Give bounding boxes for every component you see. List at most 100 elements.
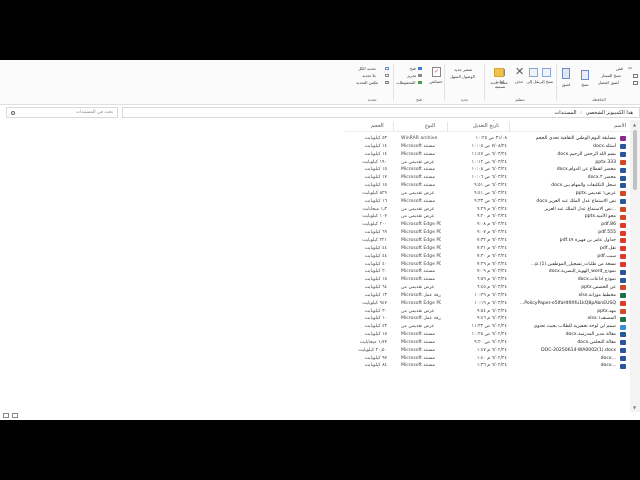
easy-access-button[interactable]: الوصول السهل xyxy=(450,74,475,79)
file-row[interactable]: صمم لي لوحة تحفيزية للطلاب بحيث تحتوي ٦/٠… xyxy=(345,323,630,331)
paste-button[interactable]: لصق xyxy=(556,82,576,87)
copy-button[interactable]: نسخ xyxy=(575,82,595,87)
file-row[interactable]: سبب.pdf ٦/٠٣/٢٤ م ٧:٣٠ Microsoft Edge PD..… xyxy=(345,253,630,261)
edit-button[interactable]: تحرير xyxy=(407,73,416,78)
file-date: ٦/٠٣/٢٤ م ١٠:١٩ xyxy=(474,300,507,306)
scroll-down-icon[interactable]: ▼ xyxy=(633,405,636,410)
breadcrumb-root[interactable]: هذا الكمبيوتر الشخصي xyxy=(586,110,633,116)
file-row[interactable]: المصنف١.xlsx ٦/٠٣/٢٤ م ٩:٤٦ Microsoft ورقة… xyxy=(345,315,630,323)
file-row[interactable]: مقالة مدير المدرسة.docx ٦/٠٢/٢٤ ص ١٠:٢٥ Mi… xyxy=(345,331,630,339)
details-view-icon[interactable] xyxy=(3,413,9,418)
file-size: ٩٤٧ كيلوبايت xyxy=(362,300,387,306)
file-date: ٦/٠٣/٢٤ م ٩:٢٩ xyxy=(476,206,507,212)
file-row[interactable]: تقل.pdf ٦/٠٣/٢٤ م ٧:٣١ Microsoft Edge PD..… xyxy=(345,245,630,253)
ppt-file-icon xyxy=(620,159,626,165)
column-divider[interactable] xyxy=(393,122,394,131)
status-bar xyxy=(0,412,640,420)
file-type: Microsoft مستند xyxy=(401,347,436,353)
file-row[interactable]: 333.pptx ٦/٠٣/٢٤ ص ١٠:١٢ عرض تقديمي من ١٩٠ … xyxy=(345,159,630,167)
file-name: ...docx xyxy=(600,363,616,369)
new-item-button[interactable]: عنصر جديد xyxy=(454,67,472,72)
file-name: DOC-20250614-WA0002(1).docx xyxy=(541,347,616,353)
file-row[interactable]: عن الحصص.pptx ٦/٠٣/٢٤ م ٦:٤٥ عرض تقديمي من… xyxy=(345,284,630,292)
file-name: محضر انقطاع عن الدوام.docx xyxy=(556,167,616,173)
file-name: PolicyPaper-e5lfaHt9Xfu1kQ8pAbnEUSQ... xyxy=(519,300,616,306)
file-row[interactable]: مقالة التحلمن.docx ٦/٠٢/٢٤ ص ٩:٢٠ Microsof… xyxy=(345,339,630,347)
file-row[interactable]: سجل التكليفات والمهام بين.docx ٦/٠٣/٢٤ ص … xyxy=(345,182,630,190)
file-row[interactable]: نموذج اذاعات.docx ٦/٠٣/٢٤ م ٦:٥٩ Microsoft… xyxy=(345,276,630,284)
breadcrumb-current[interactable]: المستندات xyxy=(555,110,577,116)
history-button[interactable]: المحفوظات xyxy=(396,80,415,85)
file-date: ٦/٠٣/٢٤ ص ١٠:١٢ xyxy=(471,159,507,165)
column-header-name[interactable]: الاسم xyxy=(614,123,626,129)
ribbon-group-new: عنصر جديد الوصول السهل جديد xyxy=(446,62,504,103)
search-input[interactable]: بحث في المستندات xyxy=(6,107,118,118)
excel-file-icon xyxy=(620,293,626,299)
file-row[interactable]: 86.pdf ٦/٠٣/٢٤ م ٩:٠٨ Microsoft Edge PD...… xyxy=(345,221,630,229)
column-header-type[interactable]: النوع xyxy=(425,123,435,129)
column-divider[interactable] xyxy=(509,122,510,131)
file-date: ٦/٠٣/٢٤ م ٩:٢٠ xyxy=(476,214,507,220)
address-bar[interactable]: هذا الكمبيوتر الشخصي › المستندات xyxy=(122,107,640,118)
open-button[interactable]: فتح xyxy=(410,66,416,71)
properties-button[interactable]: خصائص xyxy=(426,79,446,84)
file-name: مقالة التحلمن.docx xyxy=(577,339,616,345)
excel-file-icon xyxy=(620,316,626,322)
paste-shortcut-button[interactable]: لصق اختصار xyxy=(598,80,619,85)
new-folder-button[interactable]: مجلد جديد xyxy=(489,80,509,85)
file-name: نموذج_word_الهوية_البصرية.docx xyxy=(548,269,616,275)
file-row[interactable]: نموذج_word_الهوية_البصرية.docx ٦/٠٣/٢٤ م … xyxy=(345,268,630,276)
navigation-pane[interactable] xyxy=(0,120,345,412)
file-row[interactable]: ...docx ٦/٠٢/٢٤ م ١:٣٦ Microsoft مستند ٨٤ ك… xyxy=(345,362,630,370)
file-date: ٦/٠٣/٢٤ ص ٩:٤١ xyxy=(474,190,507,196)
file-row[interactable]: محضر ٢.docx ٦/٠٣/٢٤ ص ١٠:٠٦ Microsoft مستن… xyxy=(345,174,630,182)
ribbon-group-label: تحديد xyxy=(367,97,377,102)
history-icon xyxy=(418,81,422,84)
file-type: Microsoft ورقة عمل xyxy=(401,316,441,322)
file-row[interactable]: ...docx ٦/٠٢/٢٤ م ١:٤٠ Microsoft مستند ٩٧ ك… xyxy=(345,355,630,363)
file-row[interactable]: 555.pdf ٦/٠٣/٢٤ م ٩:٠٧ Microsoft Edge PD..… xyxy=(345,229,630,237)
file-row[interactable]: محو الأمية.pptx ٦/٠٣/٢٤ م ٩:٢٠ عرض تقديمي … xyxy=(345,213,630,221)
word-file-icon xyxy=(620,144,626,150)
large-icons-view-icon[interactable] xyxy=(12,413,18,418)
copy-path-button[interactable]: نسخ المسار xyxy=(601,73,621,78)
file-row[interactable]: أسئلة.docx ٧/٠٨/٢٤ ص ١٠:٠٥ Microsoft مستند… xyxy=(345,143,630,151)
invert-selection-button[interactable]: عكس التحديد xyxy=(356,80,378,85)
file-row[interactable]: محضر انقطاع عن الدوام.docx ٦/٠٣/٢٤ ص ١٠:٠… xyxy=(345,166,630,174)
file-row[interactable]: PolicyPaper-e5lfaHt9Xfu1kQ8pAbnEUSQ... ٦/… xyxy=(345,300,630,308)
file-date: ٦/٠٢/٢٤ م ١:٤٠ xyxy=(476,355,507,361)
file-date: ٦/٠٢/٢٤ ص ١١:٣٣ xyxy=(471,324,507,330)
file-name: سجل التكليفات والمهام بين.docx xyxy=(551,183,616,189)
file-row[interactable]: DOC-20250614-WA0002(1).docx ٦/٠٢/٢٤ م ١:٤… xyxy=(345,347,630,355)
file-row[interactable]: مسابقة اليوم الوطني الثقافية تحدي الحجم ٣… xyxy=(345,135,630,143)
file-row[interactable]: ...نص الاستماع عدل الملك عبد العزيز ٦/٠٣/… xyxy=(345,206,630,214)
vertical-scrollbar[interactable]: ▲ ▼ xyxy=(630,120,640,412)
file-row[interactable]: نسخة من طلبات_تسجيل_الموظفين.(1).p... ٦/٠… xyxy=(345,261,630,269)
file-row[interactable]: مهد.pptx ٦/٠٣/٢٤ م ٩:٥٤ عرض تقديمي من ٣٠ كي… xyxy=(345,308,630,316)
scrollbar-thumb[interactable] xyxy=(633,130,637,190)
file-name: سبب.pdf xyxy=(597,253,616,259)
word-file-icon xyxy=(620,183,626,189)
file-row[interactable]: مخطط موزانة.xlsx ٦/٠٣/٢٤ م ١٠:٢٩ Microsoft… xyxy=(345,292,630,300)
column-header-size[interactable]: الحجم xyxy=(371,123,384,129)
select-none-button[interactable]: بلا تحديد xyxy=(362,73,376,78)
file-size: ٥٣ كيلوبايت xyxy=(364,136,387,141)
file-name: جداول عامر بن فهيرة ٤٧.pdf xyxy=(559,237,616,243)
cut-button[interactable]: قص xyxy=(616,66,623,71)
column-divider[interactable] xyxy=(447,122,448,131)
delete-button[interactable]: حذف xyxy=(509,79,529,84)
word-file-icon xyxy=(620,277,626,283)
file-name: نص الاستماع عدل الملك عبد العزيز.docx xyxy=(536,198,616,204)
word-file-icon xyxy=(620,152,626,158)
select-all-button[interactable]: تحديد الكل xyxy=(358,66,376,71)
file-row[interactable]: عرض١ تقديمي.pptx ٦/٠٣/٢٤ ص ٩:٤١ عرض تقديمي… xyxy=(345,190,630,198)
file-row[interactable]: جداول عامر بن فهيرة ٤٧.pdf ٦/٠٣/٢٤ م ٧:٣٢… xyxy=(345,237,630,245)
file-name: المصنف١.xlsx xyxy=(587,316,616,322)
file-type: WinRAR archive xyxy=(401,136,438,141)
file-date: ٦/٠٣/٢٤ م ٦:٤٥ xyxy=(476,285,507,291)
file-date: ٧/٠٨/٢٤ ص ١٠:٠٥ xyxy=(471,143,507,149)
file-date: ٦/٠٣/٢٤ ص ١٠:٠٦ xyxy=(471,175,507,181)
file-row[interactable]: بسم الله الرحمن الرحيم.docx ٦/٠٣/٢٤ ص ١١:… xyxy=(345,151,630,159)
scroll-up-icon[interactable]: ▲ xyxy=(633,122,636,127)
file-row[interactable]: نص الاستماع عدل الملك عبد العزيز.docx ٦/٠… xyxy=(345,198,630,206)
